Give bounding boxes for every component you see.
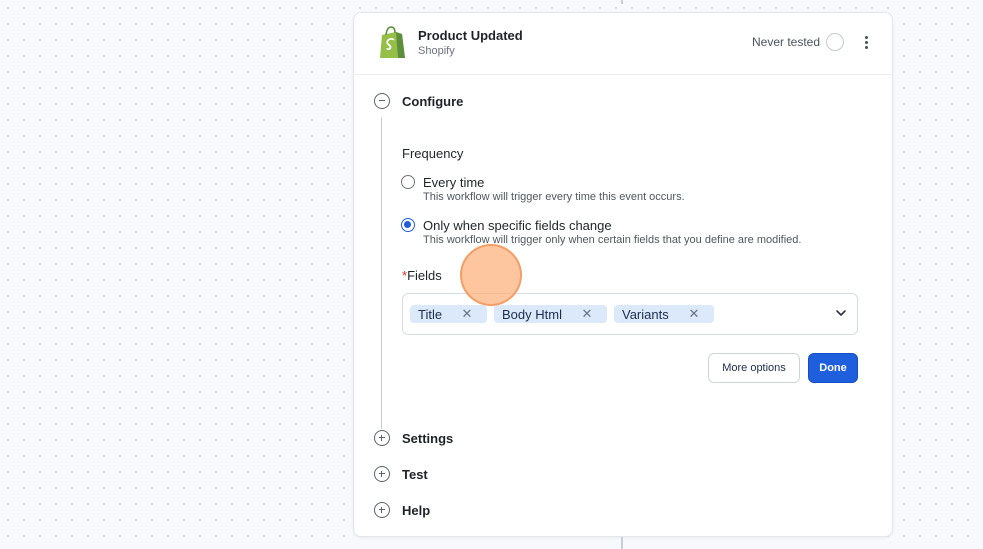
more-vertical-icon[interactable] xyxy=(858,31,874,53)
fields-label-text: Fields xyxy=(407,268,442,283)
section-settings[interactable]: Settings xyxy=(402,431,453,446)
field-chip-variants: Variants ✕ xyxy=(614,305,714,323)
option-specific-fields-description: This workflow will trigger only when cer… xyxy=(423,234,802,246)
chip-label: Title xyxy=(418,306,443,322)
done-button[interactable]: Done xyxy=(808,353,858,383)
more-options-button[interactable]: More options xyxy=(708,353,800,383)
field-chip-body-html: Body Html ✕ xyxy=(494,305,607,323)
field-chip-title: Title ✕ xyxy=(410,305,487,323)
close-icon[interactable]: ✕ xyxy=(461,307,473,321)
option-specific-fields-label[interactable]: Only when specific fields change xyxy=(423,218,612,233)
frequency-label: Frequency xyxy=(402,146,464,161)
section-configure[interactable]: Configure xyxy=(402,94,463,109)
configure-section-rail xyxy=(381,117,382,429)
radio-specific-fields[interactable] xyxy=(401,218,415,232)
fields-multiselect[interactable]: Title ✕ Body Html ✕ Variants ✕ xyxy=(402,293,858,335)
close-icon[interactable]: ✕ xyxy=(688,307,700,321)
card-header[interactable]: Product Updated Shopify Never tested xyxy=(354,13,892,75)
section-help[interactable]: Help xyxy=(402,503,430,518)
radio-every-time[interactable] xyxy=(401,175,415,189)
test-status-text: Never tested xyxy=(752,35,821,49)
section-test[interactable]: Test xyxy=(402,467,428,482)
fields-label: *Fields xyxy=(402,268,442,283)
connector-line-bottom xyxy=(621,537,623,549)
trigger-app-name: Shopify xyxy=(418,45,455,57)
shopify-bag-icon xyxy=(380,26,405,58)
plus-circle-icon[interactable] xyxy=(374,466,390,482)
status-circle-icon xyxy=(826,33,844,51)
option-every-time-description: This workflow will trigger every time th… xyxy=(423,191,685,203)
chip-label: Variants xyxy=(622,306,669,322)
chevron-down-icon[interactable] xyxy=(835,307,847,319)
minus-circle-icon[interactable] xyxy=(374,93,390,109)
option-every-time-label[interactable]: Every time xyxy=(423,175,484,190)
plus-circle-icon[interactable] xyxy=(374,502,390,518)
trigger-step-card: Product Updated Shopify Never tested Con… xyxy=(353,12,893,537)
connector-line-top xyxy=(621,0,623,4)
plus-circle-icon[interactable] xyxy=(374,430,390,446)
trigger-title: Product Updated xyxy=(418,28,523,43)
close-icon[interactable]: ✕ xyxy=(581,307,593,321)
chip-label: Body Html xyxy=(502,306,562,322)
